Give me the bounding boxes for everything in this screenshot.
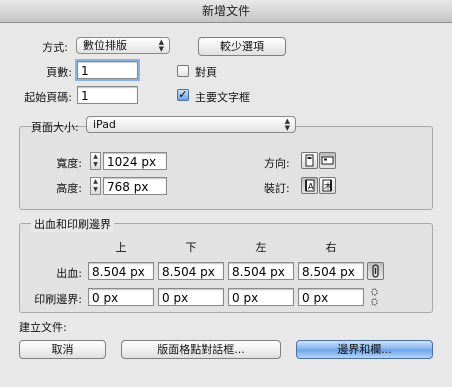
facing-pages-label: 對頁 [195,66,217,79]
width-stepper[interactable]: ▲ ▼ [90,152,101,170]
slug-bottom-input[interactable]: 0 px [158,288,224,306]
width-input[interactable]: 1024 px [103,152,167,170]
left-to-right-binding-icon[interactable]: A [301,177,318,194]
page-size-select[interactable]: iPad ▲ ▼ [86,116,296,133]
svg-text:A: A [308,182,314,191]
height-input[interactable]: 768 px [103,177,167,195]
layout-grid-button[interactable]: 版面格點對話框... [121,340,281,359]
column-top-label: 上 [115,241,127,254]
column-right-label: 右 [325,241,337,254]
link-bleed-icon[interactable] [367,262,384,280]
bleed-label: 出血: [56,267,82,280]
binding-label: 裝訂: [264,182,290,195]
cancel-button[interactable]: 取消 [19,340,106,359]
popup-arrows-icon: ▲ ▼ [158,38,164,53]
bleed-bottom-input[interactable]: 8.504 px [158,262,224,280]
fewer-options-button[interactable]: 較少選項 [198,37,286,56]
right-to-left-binding-icon[interactable]: 木 [319,177,336,194]
start-page-input[interactable]: 1 [77,86,138,104]
width-label: 寬度: [56,157,82,170]
popup-arrows-icon: ▲ ▼ [284,117,290,132]
intent-value: 數位排版 [83,39,127,52]
slug-label: 印刷邊界: [34,293,82,306]
primary-text-frame-checkbox[interactable]: ✓ [177,89,189,101]
height-stepper[interactable]: ▲ ▼ [90,177,101,195]
pages-label: 頁數: [46,66,72,79]
title-bar: 新增文件 [0,0,452,23]
svg-text:木: 木 [324,181,332,191]
bleed-left-input[interactable]: 8.504 px [228,262,294,280]
create-document-label: 建立文件: [19,321,67,334]
page-size-label: 頁面大小: [31,121,79,134]
bleed-top-input[interactable]: 8.504 px [88,262,154,280]
bleed-right-input[interactable]: 8.504 px [298,262,364,280]
primary-text-frame-label: 主要文字框 [195,91,250,104]
window-title: 新增文件 [201,4,250,18]
slug-right-input[interactable]: 0 px [298,288,364,306]
page-size-value: iPad [93,118,116,131]
orientation-label: 方向: [264,157,290,170]
height-label: 高度: [56,182,82,195]
pages-input[interactable]: 1 [77,61,138,79]
margins-columns-button[interactable]: 邊界和欄... [296,340,433,359]
intent-select[interactable]: 數位排版 ▲ ▼ [76,37,170,54]
unlink-slug-icon[interactable] [367,288,383,306]
facing-pages-checkbox[interactable] [177,65,189,77]
start-page-label: 起始頁碼: [24,91,72,104]
bleed-slug-label: 出血和印刷邊界 [31,216,114,232]
column-left-label: 左 [255,241,267,254]
slug-top-input[interactable]: 0 px [88,288,154,306]
slug-left-input[interactable]: 0 px [228,288,294,306]
portrait-icon[interactable] [301,152,318,169]
intent-label: 方式: [42,41,68,54]
landscape-icon[interactable] [319,152,336,169]
column-bottom-label: 下 [185,241,197,254]
